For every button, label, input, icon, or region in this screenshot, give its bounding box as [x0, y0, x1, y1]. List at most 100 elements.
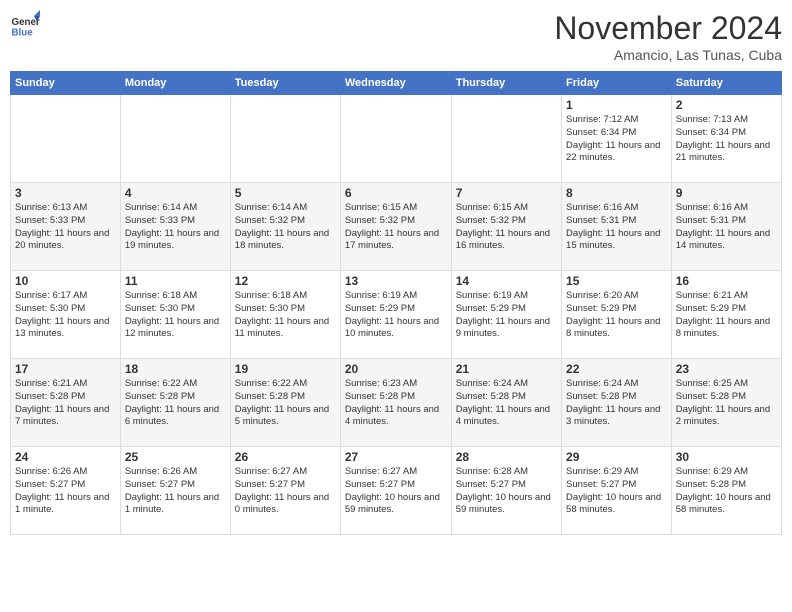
day-info: Sunrise: 6:18 AMSunset: 5:30 PMDaylight:… [235, 290, 336, 341]
calendar-week-row: 10 Sunrise: 6:17 AMSunset: 5:30 PMDayligh… [11, 271, 782, 359]
calendar-cell: 19 Sunrise: 6:22 AMSunset: 5:28 PMDayligh… [230, 359, 340, 447]
col-sunday: Sunday [11, 72, 121, 95]
day-info: Sunrise: 6:16 AMSunset: 5:31 PMDaylight:… [676, 202, 777, 253]
calendar-cell: 23 Sunrise: 6:25 AMSunset: 5:28 PMDayligh… [671, 359, 781, 447]
day-number: 3 [15, 186, 116, 200]
day-info: Sunrise: 6:14 AMSunset: 5:33 PMDaylight:… [125, 202, 226, 253]
calendar-cell [230, 95, 340, 183]
day-number: 9 [676, 186, 777, 200]
day-number: 16 [676, 274, 777, 288]
day-info: Sunrise: 6:19 AMSunset: 5:29 PMDaylight:… [456, 290, 557, 341]
calendar-week-row: 24 Sunrise: 6:26 AMSunset: 5:27 PMDayligh… [11, 447, 782, 535]
day-number: 25 [125, 450, 226, 464]
day-info: Sunrise: 6:26 AMSunset: 5:27 PMDaylight:… [125, 466, 226, 517]
calendar-cell: 11Sunrise: 6:18 AMSunset: 5:30 PMDayligh… [120, 271, 230, 359]
calendar-cell: 15Sunrise: 6:20 AMSunset: 5:29 PMDayligh… [562, 271, 672, 359]
calendar-week-row: 3 Sunrise: 6:13 AMSunset: 5:33 PMDaylight… [11, 183, 782, 271]
day-number: 19 [235, 362, 336, 376]
calendar-cell: 6Sunrise: 6:15 AMSunset: 5:32 PMDaylight… [340, 183, 451, 271]
day-info: Sunrise: 6:15 AMSunset: 5:32 PMDaylight:… [456, 202, 557, 253]
day-number: 21 [456, 362, 557, 376]
day-info: Sunrise: 6:15 AMSunset: 5:32 PMDaylight:… [345, 202, 447, 253]
day-number: 4 [125, 186, 226, 200]
logo-icon: General Blue [10, 10, 40, 40]
calendar-cell: 25 Sunrise: 6:26 AMSunset: 5:27 PMDayligh… [120, 447, 230, 535]
day-info: Sunrise: 6:14 AMSunset: 5:32 PMDaylight:… [235, 202, 336, 253]
col-friday: Friday [562, 72, 672, 95]
location-subtitle: Amancio, Las Tunas, Cuba [554, 47, 782, 63]
day-number: 23 [676, 362, 777, 376]
day-info: Sunrise: 6:29 AMSunset: 5:27 PMDaylight:… [566, 466, 667, 517]
col-thursday: Thursday [451, 72, 561, 95]
day-number: 17 [15, 362, 116, 376]
calendar-cell: 26Sunrise: 6:27 AMSunset: 5:27 PMDayligh… [230, 447, 340, 535]
day-info: Sunrise: 6:20 AMSunset: 5:29 PMDaylight:… [566, 290, 667, 341]
day-info: Sunrise: 6:22 AMSunset: 5:28 PMDaylight:… [235, 378, 336, 429]
day-info: Sunrise: 6:28 AMSunset: 5:27 PMDaylight:… [456, 466, 557, 517]
calendar-cell [340, 95, 451, 183]
calendar-cell [11, 95, 121, 183]
col-wednesday: Wednesday [340, 72, 451, 95]
calendar-cell: 12Sunrise: 6:18 AMSunset: 5:30 PMDayligh… [230, 271, 340, 359]
day-number: 7 [456, 186, 557, 200]
calendar-cell: 28 Sunrise: 6:28 AMSunset: 5:27 PMDayligh… [451, 447, 561, 535]
calendar-week-row: 1 Sunrise: 7:12 AMSunset: 6:34 PMDaylight… [11, 95, 782, 183]
calendar-cell: 21 Sunrise: 6:24 AMSunset: 5:28 PMDayligh… [451, 359, 561, 447]
page-header: General Blue November 2024 Amancio, Las … [10, 10, 782, 63]
calendar-cell: 9 Sunrise: 6:16 AMSunset: 5:31 PMDaylight… [671, 183, 781, 271]
day-number: 27 [345, 450, 447, 464]
svg-text:Blue: Blue [12, 28, 34, 39]
day-number: 1 [566, 98, 667, 112]
logo: General Blue [10, 10, 40, 40]
calendar-cell: 20 Sunrise: 6:23 AMSunset: 5:28 PMDayligh… [340, 359, 451, 447]
day-info: Sunrise: 6:26 AMSunset: 5:27 PMDaylight:… [15, 466, 116, 517]
day-number: 24 [15, 450, 116, 464]
calendar-cell: 7 Sunrise: 6:15 AMSunset: 5:32 PMDaylight… [451, 183, 561, 271]
calendar-cell: 3 Sunrise: 6:13 AMSunset: 5:33 PMDaylight… [11, 183, 121, 271]
day-info: Sunrise: 6:21 AMSunset: 5:29 PMDaylight:… [676, 290, 777, 341]
day-number: 14 [456, 274, 557, 288]
day-info: Sunrise: 6:24 AMSunset: 5:28 PMDaylight:… [566, 378, 667, 429]
day-info: Sunrise: 6:22 AMSunset: 5:28 PMDaylight:… [125, 378, 226, 429]
calendar-cell: 27 Sunrise: 6:27 AMSunset: 5:27 PMDayligh… [340, 447, 451, 535]
calendar-cell [120, 95, 230, 183]
day-info: Sunrise: 6:17 AMSunset: 5:30 PMDaylight:… [15, 290, 116, 341]
day-info: Sunrise: 6:29 AMSunset: 5:28 PMDaylight:… [676, 466, 777, 517]
calendar-cell: 30Sunrise: 6:29 AMSunset: 5:28 PMDayligh… [671, 447, 781, 535]
calendar-cell: 24 Sunrise: 6:26 AMSunset: 5:27 PMDayligh… [11, 447, 121, 535]
calendar-cell: 4 Sunrise: 6:14 AMSunset: 5:33 PMDaylight… [120, 183, 230, 271]
day-number: 2 [676, 98, 777, 112]
calendar-cell: 14 Sunrise: 6:19 AMSunset: 5:29 PMDayligh… [451, 271, 561, 359]
day-number: 20 [345, 362, 447, 376]
day-info: Sunrise: 6:16 AMSunset: 5:31 PMDaylight:… [566, 202, 667, 253]
day-info: Sunrise: 6:13 AMSunset: 5:33 PMDaylight:… [15, 202, 116, 253]
calendar-cell: 22 Sunrise: 6:24 AMSunset: 5:28 PMDayligh… [562, 359, 672, 447]
calendar-cell: 16 Sunrise: 6:21 AMSunset: 5:29 PMDayligh… [671, 271, 781, 359]
day-number: 13 [345, 274, 447, 288]
day-info: Sunrise: 6:21 AMSunset: 5:28 PMDaylight:… [15, 378, 116, 429]
day-number: 29 [566, 450, 667, 464]
day-info: Sunrise: 6:18 AMSunset: 5:30 PMDaylight:… [125, 290, 226, 341]
calendar-cell: 1 Sunrise: 7:12 AMSunset: 6:34 PMDaylight… [562, 95, 672, 183]
calendar-cell: 13Sunrise: 6:19 AMSunset: 5:29 PMDayligh… [340, 271, 451, 359]
day-info: Sunrise: 6:24 AMSunset: 5:28 PMDaylight:… [456, 378, 557, 429]
calendar-table: Sunday Monday Tuesday Wednesday Thursday… [10, 71, 782, 535]
day-number: 10 [15, 274, 116, 288]
day-info: Sunrise: 7:12 AMSunset: 6:34 PMDaylight:… [566, 114, 667, 165]
day-number: 22 [566, 362, 667, 376]
col-saturday: Saturday [671, 72, 781, 95]
calendar-week-row: 17 Sunrise: 6:21 AMSunset: 5:28 PMDayligh… [11, 359, 782, 447]
day-number: 8 [566, 186, 667, 200]
calendar-cell: 8 Sunrise: 6:16 AMSunset: 5:31 PMDaylight… [562, 183, 672, 271]
day-number: 18 [125, 362, 226, 376]
day-info: Sunrise: 6:25 AMSunset: 5:28 PMDaylight:… [676, 378, 777, 429]
calendar-cell [451, 95, 561, 183]
calendar-cell: 10 Sunrise: 6:17 AMSunset: 5:30 PMDayligh… [11, 271, 121, 359]
day-number: 5 [235, 186, 336, 200]
day-number: 28 [456, 450, 557, 464]
day-info: Sunrise: 6:23 AMSunset: 5:28 PMDaylight:… [345, 378, 447, 429]
day-info: Sunrise: 6:27 AMSunset: 5:27 PMDaylight:… [345, 466, 447, 517]
day-info: Sunrise: 6:27 AMSunset: 5:27 PMDaylight:… [235, 466, 336, 517]
calendar-cell: 29 Sunrise: 6:29 AMSunset: 5:27 PMDayligh… [562, 447, 672, 535]
calendar-header-row: Sunday Monday Tuesday Wednesday Thursday… [11, 72, 782, 95]
